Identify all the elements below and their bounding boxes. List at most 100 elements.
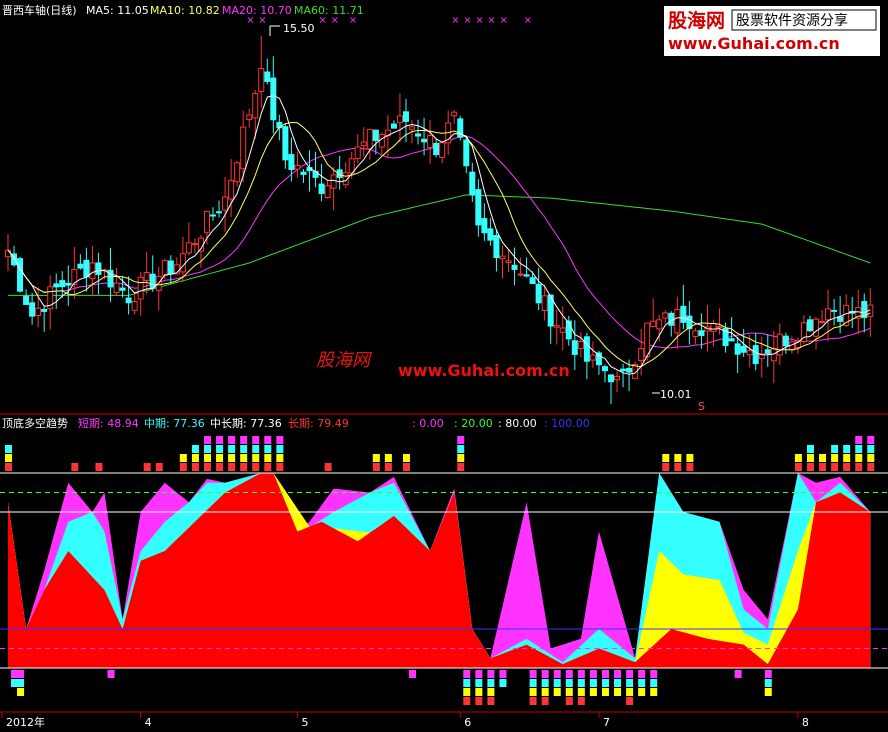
top-signal-block — [264, 463, 272, 471]
top-signal-block — [276, 454, 284, 462]
candle-body — [728, 338, 735, 342]
candle-body — [185, 242, 192, 254]
short-term-label: 短期: 48.94 — [78, 416, 139, 430]
bottom-signal-block — [475, 679, 483, 687]
candle-body — [806, 319, 813, 332]
bottom-signal-block — [487, 679, 495, 687]
top-signal-block — [831, 454, 839, 462]
x-tick-label: 5 — [301, 716, 308, 729]
candle-body — [469, 171, 476, 196]
top-signal-block — [806, 445, 814, 453]
bottom-signal-block — [541, 688, 549, 696]
bottom-signal-block — [529, 670, 537, 678]
top-signal-block — [831, 445, 839, 453]
top-signal-block — [179, 454, 187, 462]
signal-marker: × — [499, 15, 507, 26]
x-tick-label: 8 — [802, 716, 809, 729]
top-signal-block — [457, 445, 465, 453]
top-signal-block — [819, 463, 827, 471]
candle-body — [41, 308, 48, 312]
top-signal-block — [5, 454, 12, 462]
candle-body — [77, 263, 84, 269]
candle-body — [837, 316, 844, 322]
bottom-signal-block — [11, 670, 19, 678]
candle-body — [481, 218, 488, 234]
candle-body — [433, 142, 440, 156]
candle-body — [782, 335, 789, 347]
x-tick-label: 6 — [464, 716, 471, 729]
signal-marker: × — [463, 15, 471, 26]
candle-body — [746, 350, 753, 356]
bottom-signal-block — [577, 679, 585, 687]
candle-body — [710, 323, 717, 332]
candle-body — [95, 262, 102, 275]
candle-body — [511, 264, 518, 270]
candle-body — [294, 165, 301, 170]
top-signal-block — [831, 463, 839, 471]
signal-marker: × — [451, 15, 459, 26]
top-signal-block — [806, 463, 814, 471]
bottom-signal-block — [601, 679, 609, 687]
candle-body — [505, 260, 512, 264]
candle-body — [35, 307, 42, 316]
ma20-line-layer — [7, 135, 871, 349]
top-signal-block — [216, 463, 224, 471]
top-signal-block — [179, 463, 187, 471]
level-80-label: : 80.00 — [498, 417, 537, 430]
candlestick-layer — [5, 36, 874, 404]
top-signal-block — [252, 436, 260, 444]
candle-body — [17, 258, 24, 292]
low-price-label: 10.01 — [660, 388, 692, 401]
level-100-label: : 100.00 — [544, 417, 590, 430]
top-signal-block — [191, 463, 199, 471]
candle-body — [523, 274, 530, 277]
candle-body — [366, 128, 373, 150]
candle-body — [734, 343, 741, 355]
candle-body — [179, 253, 186, 273]
bottom-signal-block — [475, 697, 483, 705]
bottom-signal-block — [529, 679, 537, 687]
bottom-signal-block — [409, 670, 417, 678]
candle-body — [421, 138, 428, 143]
candle-body — [143, 272, 150, 281]
candle-body — [119, 287, 126, 291]
candle-body — [378, 134, 385, 148]
bottom-signal-block — [17, 688, 25, 696]
candle-body — [59, 280, 66, 288]
candle-body — [167, 260, 174, 275]
bottom-signal-block — [601, 688, 609, 696]
bottom-signal-block — [463, 670, 471, 678]
bottom-signal-block — [553, 679, 561, 687]
bottom-signal-block — [764, 670, 772, 678]
candle-body — [222, 196, 229, 211]
top-signal-block — [843, 463, 851, 471]
candle-body — [125, 297, 132, 304]
candle-body — [330, 174, 337, 189]
candle-body — [656, 319, 663, 330]
bottom-signal-block — [565, 688, 573, 696]
mid-term-label: 中期: 77.36 — [144, 417, 205, 430]
candle-body — [131, 301, 138, 311]
logo-slogan: 股票软件资源分享 — [736, 12, 848, 29]
top-signal-block — [240, 463, 248, 471]
candle-body — [644, 322, 651, 358]
candle-body — [499, 255, 506, 260]
candle-body — [529, 277, 536, 285]
top-signal-block — [806, 454, 814, 462]
top-signal-block — [843, 454, 851, 462]
top-signal-block — [855, 445, 863, 453]
candle-body — [831, 309, 838, 312]
top-signal-block — [71, 463, 79, 471]
candle-body — [662, 312, 669, 319]
bottom-signal-block — [553, 688, 561, 696]
logo-url: www.Guhai.com.cn — [668, 34, 840, 53]
bottom-signal-block — [650, 679, 658, 687]
candle-body — [595, 352, 602, 366]
signal-marker: × — [349, 15, 357, 26]
bottom-signal-block — [626, 697, 634, 705]
candle-body — [324, 185, 331, 198]
bottom-signal-block — [614, 670, 622, 678]
candle-body — [541, 295, 548, 311]
top-signal-block — [216, 454, 224, 462]
candle-body — [813, 318, 820, 337]
